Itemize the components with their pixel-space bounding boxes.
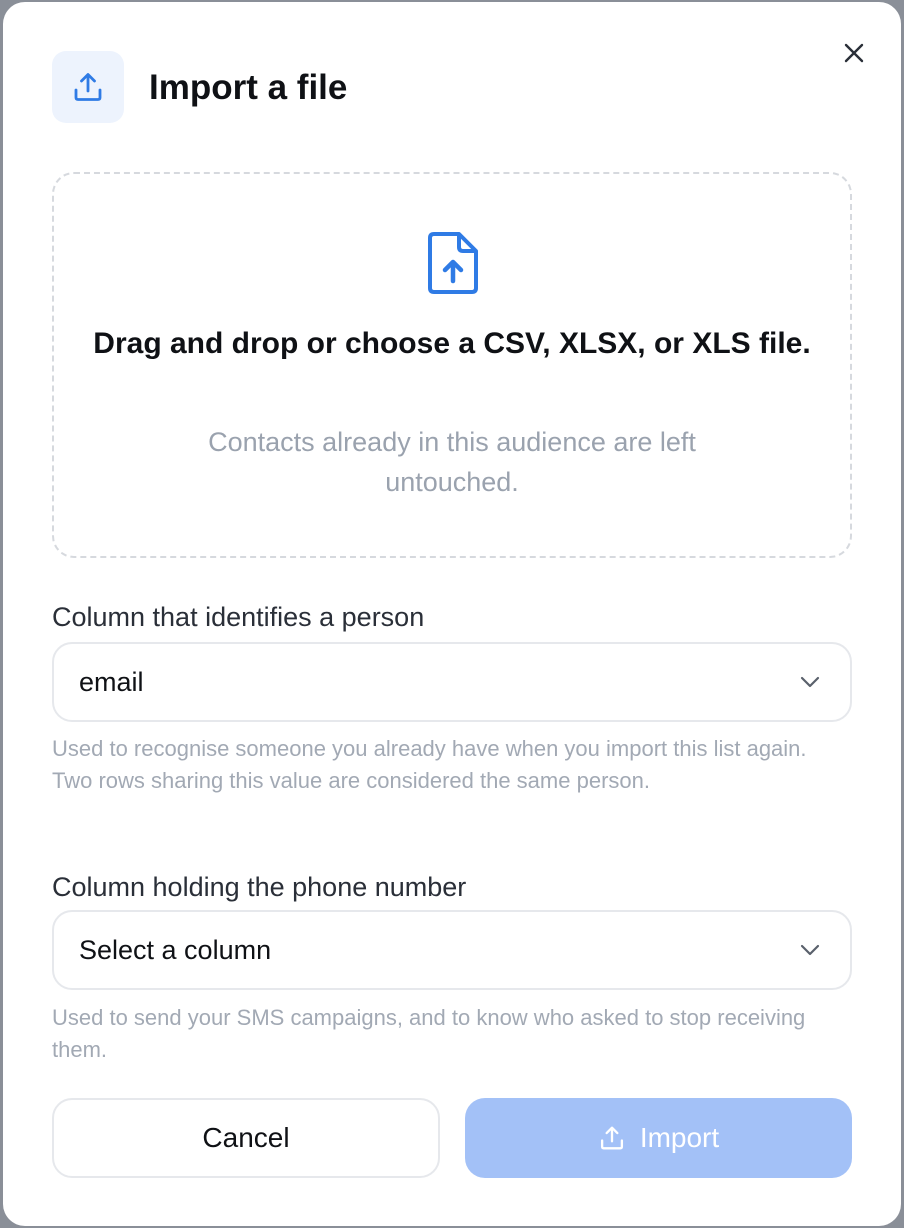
import-button[interactable]: Import [465, 1098, 852, 1178]
phone-field-label: Column holding the phone number [52, 872, 467, 902]
upload-icon [600, 1126, 623, 1150]
identifier-field-label: Column that identifies a person [52, 602, 425, 632]
import-file-dialog: Import a file Drag and drop or choose a … [3, 2, 901, 1226]
cancel-button[interactable]: Cancel [52, 1098, 440, 1178]
chevron-down-icon [800, 676, 820, 688]
cancel-button-label: Cancel [202, 1122, 290, 1153]
dropzone-instructions: Drag and drop or choose a CSV, XLSX, or … [93, 327, 811, 360]
phone-field-help: Used to send your SMS campaigns, and to … [52, 1005, 806, 1062]
dropzone-note: Contacts already in this audience are le… [208, 427, 696, 497]
identifier-field-help: Used to recognise someone you already ha… [52, 736, 807, 793]
import-button-label: Import [639, 1122, 720, 1153]
close-button[interactable] [837, 36, 871, 70]
dialog-title: Import a file [149, 68, 348, 107]
identifier-column-select[interactable]: email [52, 642, 852, 722]
chevron-down-icon [800, 944, 820, 956]
file-dropzone[interactable]: Drag and drop or choose a CSV, XLSX, or … [52, 172, 852, 558]
upload-icon [74, 73, 102, 101]
header-icon-container [52, 51, 124, 123]
file-upload-icon [428, 232, 478, 294]
phone-select-value: Select a column [79, 935, 272, 965]
phone-column-select[interactable]: Select a column [52, 910, 852, 990]
identifier-select-value: email [79, 667, 144, 697]
close-icon [844, 43, 864, 63]
